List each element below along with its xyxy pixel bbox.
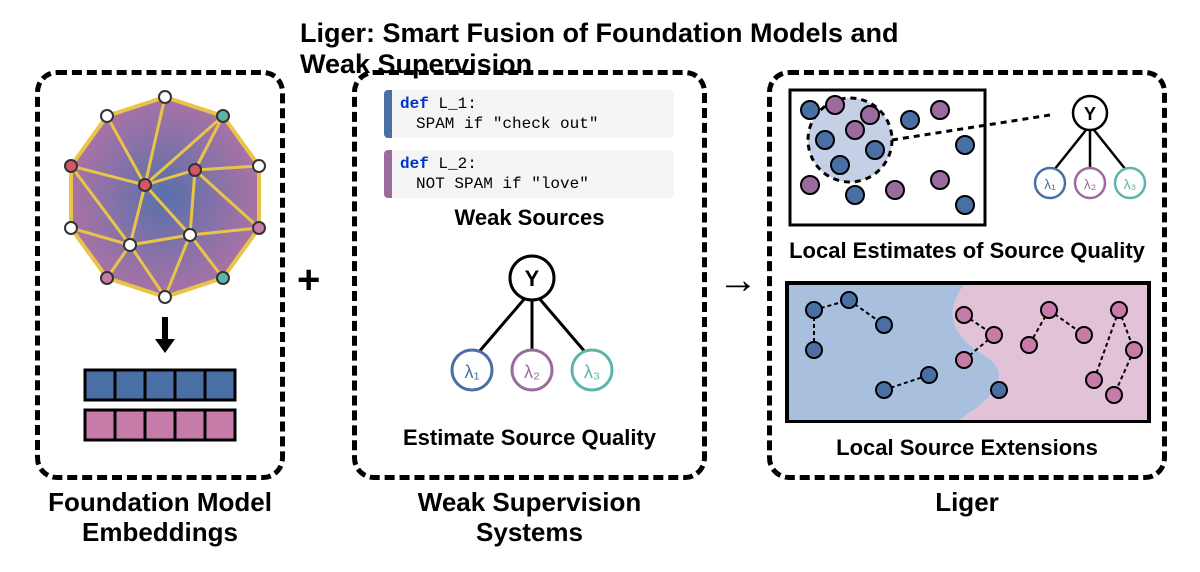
panel-left-label: Foundation Model Embeddings — [22, 488, 298, 548]
decagon-graph — [55, 85, 275, 305]
svg-text:λ₁: λ₁ — [464, 362, 479, 382]
fn-name: L_1: — [438, 95, 476, 113]
svg-text:λ₂: λ₂ — [524, 362, 540, 382]
panel-right-label: Liger — [767, 488, 1167, 518]
est-quality-label: Estimate Source Quality — [357, 425, 702, 451]
embedding-vectors — [75, 365, 255, 455]
svg-text:λ₃: λ₃ — [584, 362, 600, 382]
panel-foundation-model — [35, 70, 285, 480]
fn-body: SPAM if "check out" — [400, 114, 666, 134]
code-l1: def L_1: SPAM if "check out" — [384, 90, 674, 138]
local-estimates-diagram: Y λ₁ λ₂ λ₃ — [780, 85, 1160, 235]
svg-text:λ₃: λ₃ — [1124, 176, 1137, 192]
panel-weak-supervision: def L_1: SPAM if "check out" def L_2: NO… — [352, 70, 707, 480]
source-quality-graph: Y λ₁ λ₂ λ₃ — [432, 250, 632, 400]
kw-def: def — [400, 155, 429, 173]
code-l2: def L_2: NOT SPAM if "love" — [384, 150, 674, 198]
fn-body: NOT SPAM if "love" — [400, 174, 666, 194]
weak-sources-label: Weak Sources — [357, 205, 702, 231]
svg-text:λ₂: λ₂ — [1084, 176, 1096, 192]
panel-mid-label: Weak Supervision Systems — [352, 488, 707, 548]
plus-symbol: + — [297, 258, 320, 303]
local-extensions-diagram — [784, 280, 1154, 425]
kw-def: def — [400, 95, 429, 113]
svg-text:λ₁: λ₁ — [1044, 176, 1056, 192]
fn-name: L_2: — [438, 155, 476, 173]
local-ext-label: Local Source Extensions — [772, 435, 1162, 461]
arrow-symbol: → — [718, 258, 758, 303]
svg-text:Y: Y — [1084, 104, 1096, 124]
svg-text:Y: Y — [525, 266, 540, 291]
down-arrow-icon — [150, 315, 180, 355]
panel-liger: Y λ₁ λ₂ λ₃ Local Estimates of Source Qua… — [767, 70, 1167, 480]
local-est-label: Local Estimates of Source Quality — [772, 238, 1162, 264]
